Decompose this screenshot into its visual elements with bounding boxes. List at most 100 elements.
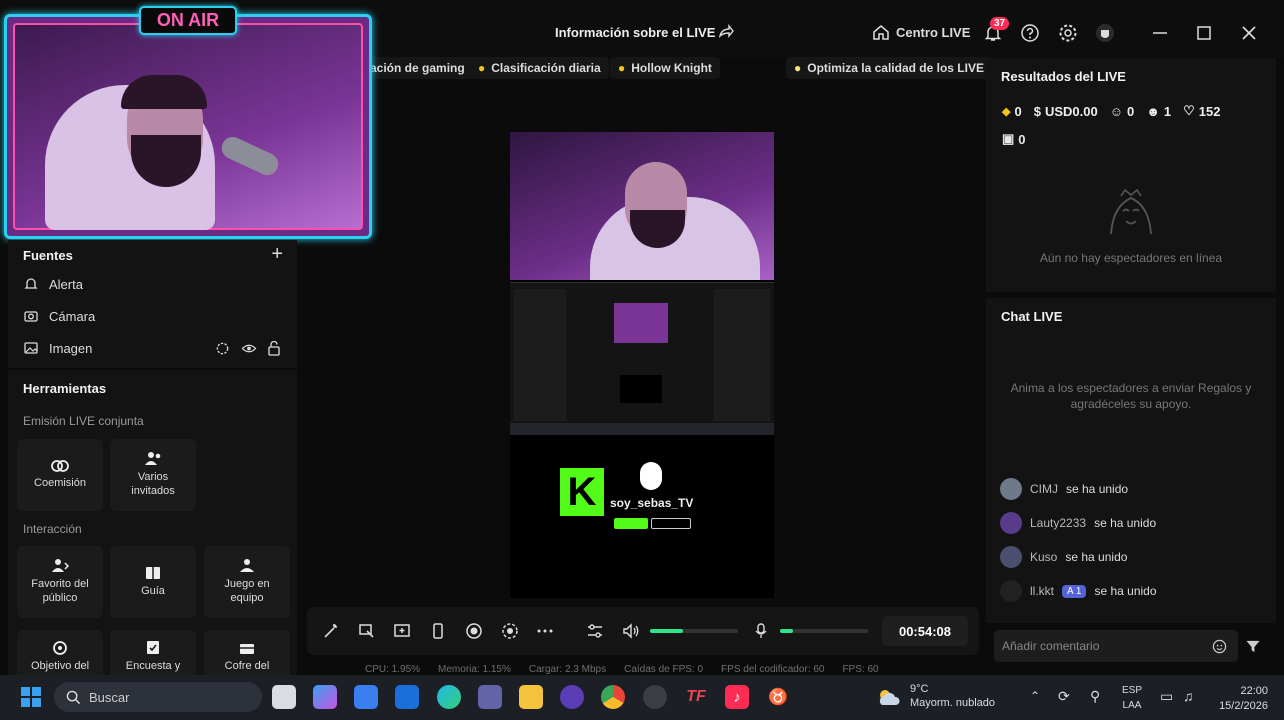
add-source-icon[interactable]: + [271, 243, 283, 266]
tool-objetivo[interactable]: Objetivo del [17, 630, 103, 680]
obs-icon[interactable] [643, 685, 667, 709]
centro-live-label: Centro LIVE [896, 24, 971, 40]
bull-app-icon[interactable]: ♉ [766, 685, 790, 709]
folder-icon[interactable] [519, 685, 543, 709]
tool-guia[interactable]: Guía [110, 546, 196, 618]
sync-icon[interactable]: ⟳ [1058, 688, 1070, 705]
language-indicator[interactable]: ESP LAA [1122, 684, 1142, 713]
phone-icon[interactable] [429, 622, 447, 640]
taskbar-search[interactable]: Buscar [54, 682, 262, 712]
source-item-imagen[interactable]: Imagen [23, 332, 95, 364]
snapshot-icon[interactable] [501, 622, 519, 640]
teams-icon[interactable] [478, 685, 502, 709]
edge-icon[interactable] [437, 685, 461, 709]
eye-icon[interactable] [241, 341, 257, 356]
audio-mixer-icon[interactable] [586, 622, 604, 640]
settings-icon[interactable] [215, 341, 230, 356]
chat-text: se ha unido [1094, 584, 1157, 598]
empty-viewers-text: Aún no hay espectadores en línea [1039, 251, 1223, 265]
share-icon[interactable] [718, 24, 734, 40]
image-icon [24, 342, 38, 354]
tiktok-live-icon[interactable]: ♪ [725, 685, 749, 709]
optimize-quality-label: Optimiza la calidad de los LIVE [807, 61, 984, 75]
chat-text: se ha unido [1066, 482, 1129, 496]
copilot-icon[interactable] [313, 685, 337, 709]
chip-game[interactable]: ● Hollow Knight [610, 57, 720, 79]
tool-favorito-publico[interactable]: Favorito del público [17, 546, 103, 618]
camera-icon [24, 311, 38, 322]
microphone-icon[interactable] [752, 622, 770, 640]
tools-title: Herramientas [23, 381, 107, 396]
profile-avatar-icon[interactable] [1095, 23, 1115, 43]
chip-daily-ranking[interactable]: ● Clasificación diaria [470, 57, 609, 79]
chrome-icon[interactable] [601, 685, 625, 709]
favorite-icon [52, 559, 69, 573]
store-icon[interactable] [354, 685, 378, 709]
tool-encuesta[interactable]: Encuesta y [110, 630, 196, 680]
tool-label: Encuesta y [125, 660, 181, 672]
tool-coemision[interactable]: Coemisión [17, 439, 103, 511]
tool-cofre[interactable]: Cofre del [204, 630, 290, 680]
mic-tray-icon[interactable]: ⚲ [1090, 688, 1100, 705]
cohost-section-title: Emisión LIVE conjunta [23, 414, 144, 428]
kick-logo: K [560, 468, 604, 516]
tool-varios-invitados[interactable]: Varios invitados [110, 439, 196, 511]
windows-start-icon[interactable] [20, 686, 42, 708]
game-icon: ● [618, 61, 626, 75]
lock-icon[interactable] [267, 340, 281, 356]
gifts-value: 0 [1018, 131, 1026, 147]
minimize-icon[interactable] [1150, 23, 1170, 43]
volume-icon[interactable]: ♫ [1183, 688, 1194, 704]
add-scene-icon[interactable] [393, 622, 411, 640]
tool-label: Objetivo del [30, 660, 90, 672]
app-icon[interactable] [560, 685, 584, 709]
more-icon[interactable] [536, 622, 554, 640]
filter-icon[interactable] [1245, 639, 1261, 654]
comment-input[interactable]: Añadir comentario [994, 630, 1238, 662]
close-icon[interactable] [1239, 23, 1259, 43]
chevron-up-icon[interactable]: ⌃ [1030, 689, 1040, 703]
mic-slider[interactable] [780, 629, 868, 633]
weather-widget[interactable]: 9°C Mayorm. nublado [876, 683, 995, 711]
maximize-icon[interactable] [1194, 23, 1214, 43]
tool-juego-equipo[interactable]: Juego en equipo [204, 546, 290, 618]
source-label: Alerta [49, 276, 83, 292]
network-icon[interactable]: ▭ [1160, 688, 1173, 705]
stream-preview: K soy_sebas_TV [510, 132, 774, 598]
live-info-title[interactable]: Información sobre el LIVE [555, 25, 715, 40]
viewers-icon: ☺ [1109, 103, 1123, 119]
record-icon[interactable] [465, 622, 483, 640]
volume-slider[interactable] [650, 629, 738, 633]
help-icon[interactable] [1020, 23, 1040, 43]
time: 22:00 [1240, 685, 1268, 697]
file-explorer-icon[interactable] [272, 685, 296, 709]
chat-text: se ha unido [1065, 550, 1128, 564]
chat-message[interactable]: Kuso se ha unido [1000, 546, 1127, 568]
emoji-icon[interactable] [1212, 639, 1227, 654]
likes-stat: ♡ 152 [1183, 103, 1220, 119]
optimize-quality-chip[interactable]: ● Optimiza la calidad de los LIVE [786, 57, 992, 79]
gift-icon: ▣ [1002, 131, 1015, 146]
avatar [1000, 580, 1022, 602]
centro-live-button[interactable]: Centro LIVE [872, 23, 970, 41]
chest-icon [240, 644, 254, 654]
chat-panel: Chat LIVE Anima a los espectadores a env… [986, 298, 1276, 623]
sources-panel: Fuentes + Alerta Cámara Imagen [8, 240, 297, 368]
outlook-icon[interactable] [395, 685, 419, 709]
scene-icon[interactable] [358, 622, 376, 640]
tf-app-icon[interactable]: TF [684, 685, 708, 709]
diamond-icon: ◆ [1002, 105, 1011, 118]
chip-gaming[interactable]: ación de gaming [362, 57, 473, 79]
clock[interactable]: 22:00 15/2/2026 [1212, 684, 1268, 715]
source-item-alerta[interactable]: Alerta [23, 268, 95, 300]
sources-title: Fuentes [23, 248, 73, 263]
volume-slider-fill [650, 629, 684, 633]
magic-wand-icon[interactable] [322, 622, 340, 640]
speaker-icon[interactable] [622, 622, 640, 640]
settings-icon[interactable] [1058, 23, 1078, 43]
chat-message[interactable]: CIMJ se ha unido [1000, 478, 1128, 500]
source-item-camara[interactable]: Cámara [23, 300, 95, 332]
chat-text: se ha unido [1094, 516, 1157, 530]
chat-message[interactable]: Lauty2233 se ha unido [1000, 512, 1156, 534]
chat-message[interactable]: ll.kkt A 1 se ha unido [1000, 580, 1157, 602]
